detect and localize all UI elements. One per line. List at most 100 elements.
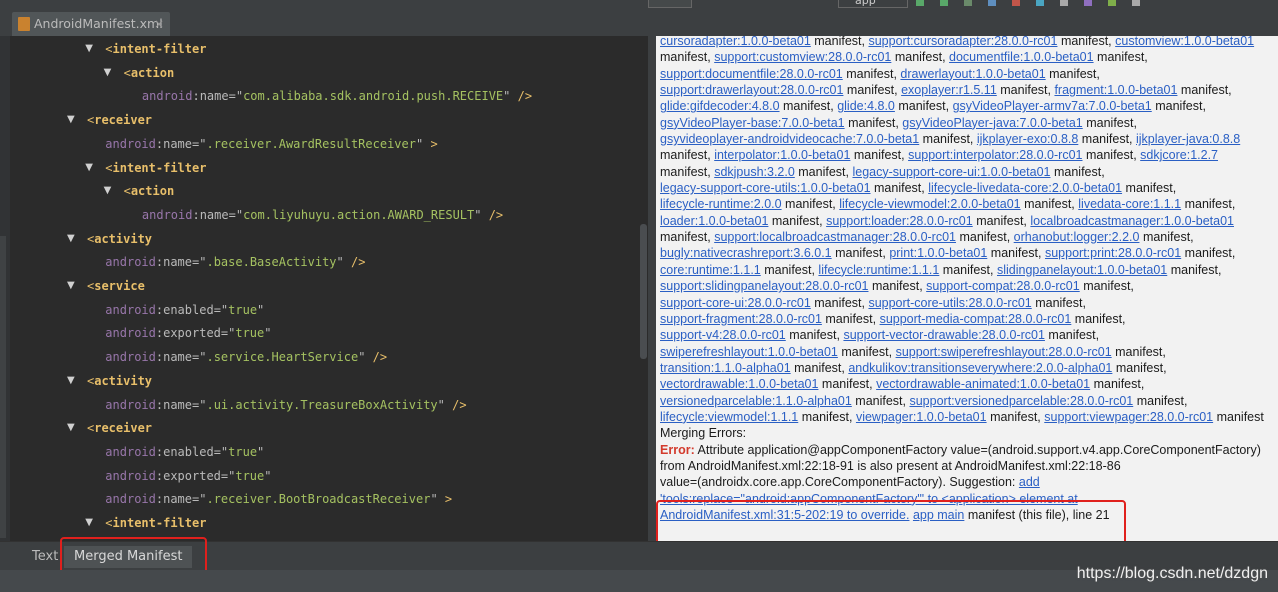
library-manifest-link[interactable]: support:loader:28.0.0-rc01 [826, 214, 973, 228]
library-manifest-link[interactable]: support-compat:28.0.0-rc01 [926, 279, 1080, 293]
fold-toggle-icon[interactable]: ▼ [85, 39, 93, 59]
library-manifest-link[interactable]: cursoradapter:1.0.0-beta01 [660, 36, 811, 48]
profile-icon[interactable] [988, 0, 996, 6]
fold-toggle-icon[interactable]: ▼ [67, 110, 75, 130]
library-manifest-link[interactable]: gsyVideoPlayer-armv7a:7.0.0-beta1 [953, 99, 1152, 113]
build-variant-box[interactable] [648, 0, 692, 8]
fold-toggle-icon[interactable]: ▼ [85, 158, 93, 178]
library-manifest-link[interactable]: support:cursoradapter:28.0.0-rc01 [868, 36, 1057, 48]
split-divider[interactable] [648, 36, 656, 541]
library-manifest-link[interactable]: lifecycle-viewmodel:2.0.0-beta01 [839, 197, 1020, 211]
library-manifest-link[interactable]: support-vector-drawable:28.0.0-rc01 [843, 328, 1045, 342]
apply-changes-icon[interactable] [964, 0, 972, 6]
library-manifest-link[interactable]: support:interpolator:28.0.0-rc01 [908, 148, 1082, 162]
library-manifest-link[interactable]: lifecycle-livedata-core:2.0.0-beta01 [928, 181, 1122, 195]
scrollbar-thumb[interactable] [640, 224, 647, 359]
library-manifest-link[interactable]: support:print:28.0.0-rc01 [1045, 246, 1181, 260]
library-manifest-link[interactable]: legacy-support-core-ui:1.0.0-beta01 [852, 165, 1050, 179]
fold-toggle-icon[interactable]: ▼ [67, 418, 75, 438]
fold-toggle-icon[interactable]: ▼ [67, 371, 75, 391]
avd-manager-icon[interactable] [1060, 0, 1068, 6]
xml-attr-name: name [163, 492, 193, 507]
stop-icon[interactable] [1012, 0, 1020, 6]
add-suggestion-link[interactable]: add [1019, 475, 1040, 489]
library-manifest-link[interactable]: sdkjpush:3.2.0 [714, 165, 795, 179]
editor-tab-bar: AndroidManifest.xml × app [0, 0, 1278, 36]
debug-icon[interactable] [940, 0, 948, 6]
library-manifest-link[interactable]: documentfile:1.0.0-beta01 [949, 50, 1094, 64]
library-manifest-link[interactable]: exoplayer:r1.5.11 [901, 83, 997, 97]
library-manifest-link[interactable]: support:customview:28.0.0-rc01 [714, 50, 891, 64]
library-manifest-link[interactable]: gsyvideoplayer-androidvideocache:7.0.0-b… [660, 132, 919, 146]
sdk-manager-icon[interactable] [1084, 0, 1092, 6]
library-manifest-link[interactable]: lifecycle:viewmodel:1.1.1 [660, 410, 798, 424]
library-manifest-link[interactable]: viewpager:1.0.0-beta01 [856, 410, 987, 424]
library-manifest-link[interactable]: support:drawerlayout:28.0.0-rc01 [660, 83, 843, 97]
library-manifest-link[interactable]: support:viewpager:28.0.0-rc01 [1044, 410, 1213, 424]
library-manifest-link[interactable]: orhanobut:logger:2.2.0 [1014, 230, 1140, 244]
fold-toggle-icon[interactable]: ▼ [85, 513, 93, 533]
library-manifest-link[interactable]: versionedparcelable:1.1.0-alpha01 [660, 394, 852, 408]
fold-toggle-icon[interactable]: ▼ [67, 229, 75, 249]
xml-quote: " [257, 302, 265, 317]
run-config-select[interactable]: app [838, 0, 908, 8]
fold-toggle-icon[interactable]: ▼ [104, 181, 112, 201]
library-manifest-link[interactable]: print:1.0.0-beta01 [889, 246, 987, 260]
library-manifest-link[interactable]: swiperefreshlayout:1.0.0-beta01 [660, 345, 838, 359]
library-manifest-link[interactable]: localbroadcastmanager:1.0.0-beta01 [1030, 214, 1234, 228]
manifest-text: manifest, [660, 164, 715, 179]
library-manifest-link[interactable]: ijkplayer-java:0.8.8 [1136, 132, 1240, 146]
library-manifest-link[interactable]: vectordrawable-animated:1.0.0-beta01 [876, 377, 1090, 391]
fold-toggle-icon[interactable]: ▼ [104, 63, 112, 83]
library-manifest-link[interactable]: legacy-support-core-utils:1.0.0-beta01 [660, 181, 871, 195]
tab-android-manifest[interactable]: AndroidManifest.xml × [12, 12, 170, 36]
fold-toggle-icon[interactable]: ▼ [67, 276, 75, 296]
library-manifest-link[interactable]: support-v4:28.0.0-rc01 [660, 328, 786, 342]
library-manifest-link[interactable]: support-core-ui:28.0.0-rc01 [660, 296, 811, 310]
library-manifest-link[interactable]: support-media-compat:28.0.0-rc01 [880, 312, 1072, 326]
library-manifest-link[interactable]: sdkjcore:1.2.7 [1140, 148, 1218, 162]
close-icon[interactable]: × [154, 12, 164, 36]
library-manifest-link[interactable]: livedata-core:1.1.1 [1078, 197, 1181, 211]
manifest-text: manifest, [1112, 360, 1167, 375]
run-icon[interactable] [916, 0, 924, 6]
library-manifest-link[interactable]: interpolator:1.0.0-beta01 [714, 148, 850, 162]
search-everywhere-icon[interactable] [1132, 0, 1140, 6]
library-manifest-link[interactable]: ijkplayer-exo:0.8.8 [977, 132, 1078, 146]
library-manifest-link[interactable]: customview:1.0.0-beta01 [1115, 36, 1254, 48]
library-manifest-link[interactable]: support:versionedparcelable:28.0.0-rc01 [909, 394, 1133, 408]
library-manifest-link[interactable]: support:documentfile:28.0.0-rc01 [660, 67, 843, 81]
library-manifest-link[interactable]: vectordrawable:1.0.0-beta01 [660, 377, 818, 391]
library-manifest-link[interactable]: support:slidingpanelayout:28.0.0-rc01 [660, 279, 868, 293]
library-manifest-link[interactable]: support:swiperefreshlayout:28.0.0-rc01 [896, 345, 1112, 359]
library-manifest-link[interactable]: slidingpanelayout:1.0.0-beta01 [997, 263, 1167, 277]
library-manifest-link[interactable]: lifecycle:runtime:1.1.1 [818, 263, 939, 277]
xml-attr-colon: : [192, 207, 200, 222]
editor-scrollbar[interactable] [639, 36, 648, 541]
xml-quote: " [437, 397, 445, 412]
library-manifest-link[interactable]: core:runtime:1.1.1 [660, 263, 761, 277]
xml-attr-value: .base.BaseActivity [206, 255, 337, 270]
library-manifest-link[interactable]: bugly:nativecrashreport:3.6.0.1 [660, 246, 832, 260]
xml-equals: =" [192, 350, 207, 365]
library-manifest-link[interactable]: gsyVideoPlayer-java:7.0.0-beta1 [902, 116, 1082, 130]
library-manifest-link[interactable]: drawerlayout:1.0.0-beta01 [900, 67, 1045, 81]
merged-source-line: manifest, sdkjpush:3.2.0 manifest, legac… [660, 164, 1274, 180]
device-icon[interactable] [1108, 0, 1116, 6]
xml-attr-value: com.liyuhuyu.action.AWARD_RESULT [243, 207, 475, 222]
library-manifest-link[interactable]: lifecycle-runtime:2.0.0 [660, 197, 782, 211]
xml-line: <action [124, 63, 175, 83]
library-manifest-link[interactable]: andkulikov:transitionseverywhere:2.0.0-a… [848, 361, 1112, 375]
library-manifest-link[interactable]: support-fragment:28.0.0-rc01 [660, 312, 822, 326]
library-manifest-link[interactable]: fragment:1.0.0-beta01 [1054, 83, 1177, 97]
library-manifest-link[interactable]: transition:1.1.0-alpha01 [660, 361, 791, 375]
library-manifest-link[interactable]: support-core-utils:28.0.0-rc01 [868, 296, 1031, 310]
library-manifest-link[interactable]: loader:1.0.0-beta01 [660, 214, 768, 228]
xml-tag-close: > [437, 492, 453, 507]
sync-icon[interactable] [1036, 0, 1044, 6]
library-manifest-link[interactable]: gsyVideoPlayer-base:7.0.0-beta1 [660, 116, 845, 130]
library-manifest-link[interactable]: glide:4.8.0 [837, 99, 895, 113]
library-manifest-link[interactable]: glide:gifdecoder:4.8.0 [660, 99, 780, 113]
xml-editor[interactable]: ▼ <intent-filter ▼ <action android:name="com… [0, 36, 648, 541]
library-manifest-link[interactable]: support:localbroadcastmanager:28.0.0-rc0… [714, 230, 956, 244]
